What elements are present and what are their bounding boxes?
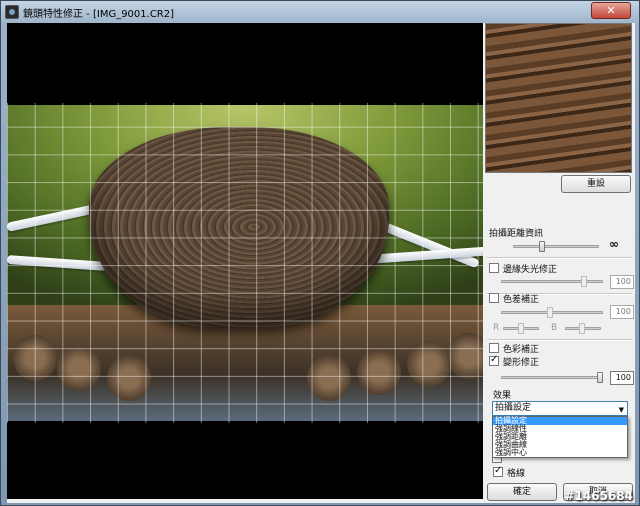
log-stump — [307, 355, 351, 401]
log-stump — [407, 341, 451, 387]
separator — [487, 257, 632, 259]
vignetting-value[interactable]: 100 — [610, 275, 634, 289]
distortion-slider-track[interactable] — [501, 376, 603, 379]
grid-label: 格線 — [507, 469, 526, 479]
effect-select[interactable]: 拍攝設定 ▼ — [492, 401, 628, 416]
log-stump — [357, 349, 401, 395]
vignetting-label: 邊緣失光修正 — [503, 265, 558, 275]
watermark: #1465684 — [564, 489, 633, 503]
b-slider-thumb[interactable] — [579, 323, 585, 334]
distortion-label: 變形修正 — [503, 358, 540, 368]
dialog-client: 重設 拍攝距離資訊 ∞ 邊緣失光修正 100 色差補正 100 R B 色彩補正… — [7, 23, 635, 503]
distortion-value[interactable]: 100 — [610, 371, 634, 385]
title-bar[interactable]: 鏡頭特性修正 - [IMG_9001.CR2] ✕ — [1, 1, 639, 23]
chromatic-value[interactable]: 100 — [610, 305, 634, 319]
effect-option[interactable]: 強調中心 — [493, 449, 627, 457]
fence-rail — [7, 255, 108, 271]
vignetting-slider-thumb[interactable] — [581, 276, 587, 287]
distortion-slider-thumb[interactable] — [597, 372, 603, 383]
chromatic-aberration-checkbox[interactable] — [489, 293, 499, 303]
log-stump — [107, 355, 151, 401]
reset-button[interactable]: 重設 — [561, 175, 631, 193]
vignetting-slider-track[interactable] — [501, 280, 603, 283]
log-stump — [57, 345, 101, 391]
ok-button[interactable]: 確定 — [487, 483, 557, 501]
color-correction-label: 色彩補正 — [503, 345, 540, 355]
r-label: R — [493, 323, 500, 333]
close-button[interactable]: ✕ — [591, 2, 631, 19]
r-slider-thumb[interactable] — [518, 323, 524, 334]
vignetting-checkbox[interactable] — [489, 263, 499, 273]
camera-lens-icon — [5, 5, 19, 19]
color-correction-checkbox[interactable] — [489, 343, 499, 353]
preview-pane[interactable] — [7, 23, 483, 499]
effect-label: 效果 — [493, 391, 512, 401]
infinity-label: ∞ — [609, 237, 619, 251]
log-stump — [447, 333, 483, 379]
b-label: B — [551, 323, 558, 333]
separator — [487, 339, 632, 341]
window-title: 鏡頭特性修正 - [IMG_9001.CR2] — [23, 9, 175, 20]
zoom-preview-thumbnail[interactable] — [485, 23, 632, 173]
grid-checkbox[interactable] — [493, 465, 503, 477]
distance-slider-thumb[interactable] — [539, 241, 545, 252]
settings-panel: 重設 拍攝距離資訊 ∞ 邊緣失光修正 100 色差補正 100 R B 色彩補正… — [485, 23, 635, 503]
chromatic-slider-thumb[interactable] — [547, 307, 553, 318]
effect-dropdown-list[interactable]: 拍攝設定 強調線性 強調距離 強調曲線 強調中心 — [492, 416, 628, 458]
log-stump — [13, 335, 57, 381]
distance-slider-track[interactable] — [513, 245, 599, 248]
window: 鏡頭特性修正 - [IMG_9001.CR2] ✕ 重設 拍攝距離資訊 ∞ 邊緣… — [0, 0, 640, 506]
preview-image — [7, 105, 483, 421]
distance-info-label: 拍攝距離資訊 — [489, 229, 544, 239]
chromatic-aberration-label: 色差補正 — [503, 295, 540, 305]
effect-selected-value: 拍攝設定 — [495, 403, 532, 413]
log-end — [89, 127, 389, 327]
distortion-checkbox[interactable] — [489, 354, 499, 366]
